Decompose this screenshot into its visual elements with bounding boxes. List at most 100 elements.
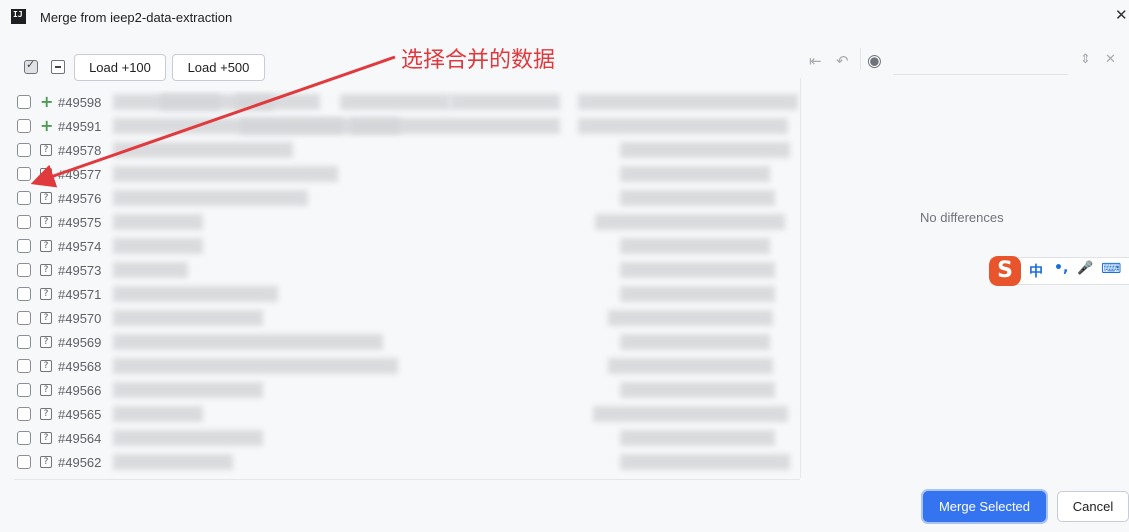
commit-row[interactable]: ? #49576 <box>0 186 800 210</box>
commit-row[interactable]: ? #49574 <box>0 234 800 258</box>
redacted-text <box>113 142 293 158</box>
load-100-button[interactable]: Load +100 <box>74 54 166 81</box>
redacted-text <box>608 310 773 326</box>
redacted-text <box>620 142 790 158</box>
redacted-text <box>113 430 263 446</box>
commit-checkbox[interactable] <box>17 407 31 421</box>
redacted-text <box>620 166 770 182</box>
commit-id: #49566 <box>58 383 102 398</box>
redacted-text <box>113 406 203 422</box>
commit-checkbox[interactable] <box>17 359 31 373</box>
commit-id: #49569 <box>58 335 102 350</box>
commit-row[interactable]: ? #49562 <box>0 450 800 474</box>
redacted-text <box>620 262 775 278</box>
ime-punctuation-toggle[interactable]: •, <box>1054 260 1068 276</box>
added-status-icon: + <box>40 116 54 135</box>
redacted-text <box>593 406 788 422</box>
redacted-text <box>113 286 278 302</box>
redacted-text <box>620 238 770 254</box>
ime-logo[interactable]: S <box>989 256 1021 286</box>
commit-row[interactable]: + #49591 <box>0 114 800 138</box>
collapse-all-icon[interactable]: ✕ <box>1105 52 1116 67</box>
commit-checkbox[interactable] <box>17 119 31 133</box>
commit-row[interactable]: ? #49578 <box>0 138 800 162</box>
close-icon[interactable]: ✕ <box>1115 8 1129 24</box>
title-bar: IJ Merge from ieep2-data-extraction ✕ <box>0 0 1129 34</box>
commit-id: #49575 <box>58 215 102 230</box>
commit-row[interactable]: + #49598 <box>0 90 800 114</box>
commit-checkbox[interactable] <box>17 263 31 277</box>
redacted-text <box>235 94 320 110</box>
unknown-status-icon: ? <box>40 144 52 156</box>
commit-checkbox[interactable] <box>17 455 31 469</box>
panel-divider[interactable] <box>800 78 801 478</box>
redacted-text <box>578 118 788 134</box>
mic-icon[interactable]: 🎤 <box>1077 261 1093 276</box>
commit-id: #49573 <box>58 263 102 278</box>
commit-checkbox[interactable] <box>17 431 31 445</box>
commit-checkbox[interactable] <box>17 335 31 349</box>
redacted-text <box>113 238 203 254</box>
expand-collapse-icon[interactable]: ⇕ <box>1080 52 1091 67</box>
unknown-status-icon: ? <box>40 288 52 300</box>
commit-row[interactable]: ? #49568 <box>0 354 800 378</box>
commit-checkbox[interactable] <box>17 287 31 301</box>
commit-checkbox[interactable] <box>17 239 31 253</box>
cancel-button[interactable]: Cancel <box>1057 491 1129 522</box>
commit-checkbox[interactable] <box>17 95 31 109</box>
commit-row[interactable]: ? #49573 <box>0 258 800 282</box>
collapse-icon[interactable] <box>51 60 65 74</box>
redacted-text <box>113 334 383 350</box>
commit-id: #49577 <box>58 167 102 182</box>
redacted-text <box>113 166 338 182</box>
ime-toolbar: S 中 •, 🎤 ⌨ <box>989 256 1129 286</box>
commit-row[interactable]: ? #49569 <box>0 330 800 354</box>
commit-checkbox[interactable] <box>17 143 31 157</box>
redacted-text <box>620 382 775 398</box>
commit-row[interactable]: ? #49566 <box>0 378 800 402</box>
commit-row[interactable]: ? #49577 <box>0 162 800 186</box>
keyboard-icon[interactable]: ⌨ <box>1101 261 1121 277</box>
commit-checkbox[interactable] <box>17 311 31 325</box>
added-status-icon: + <box>40 92 54 111</box>
unknown-status-icon: ? <box>40 264 52 276</box>
commit-id: #49568 <box>58 359 102 374</box>
unknown-status-icon: ? <box>40 456 52 468</box>
load-500-button[interactable]: Load +500 <box>172 54 265 81</box>
eye-icon[interactable]: ◉ <box>867 51 882 71</box>
compare-arrows-icon[interactable]: ⇤ <box>809 52 822 70</box>
commit-row[interactable]: ? #49565 <box>0 402 800 426</box>
app-icon: IJ <box>11 9 26 24</box>
redacted-text <box>450 94 560 110</box>
commit-checkbox[interactable] <box>17 167 31 181</box>
unknown-status-icon: ? <box>40 408 52 420</box>
commit-id: #49564 <box>58 431 102 446</box>
diff-search-field[interactable] <box>893 60 1068 75</box>
redacted-text <box>340 94 450 110</box>
commit-id: #49571 <box>58 287 102 302</box>
commit-row[interactable]: ? #49575 <box>0 210 800 234</box>
unknown-status-icon: ? <box>40 384 52 396</box>
commit-row[interactable]: ? #49571 <box>0 282 800 306</box>
unknown-status-icon: ? <box>40 216 52 228</box>
redacted-text <box>595 214 785 230</box>
ime-language-toggle[interactable]: 中 <box>1029 261 1043 281</box>
unknown-status-icon: ? <box>40 336 52 348</box>
undo-icon[interactable]: ↶ <box>836 52 849 70</box>
commit-checkbox[interactable] <box>17 191 31 205</box>
redacted-text <box>620 334 770 350</box>
commit-id: #49591 <box>58 119 102 134</box>
commit-row[interactable]: ? #49564 <box>0 426 800 450</box>
commit-checkbox[interactable] <box>17 215 31 229</box>
redacted-text <box>113 310 263 326</box>
redacted-text <box>113 454 233 470</box>
redacted-text <box>578 94 798 110</box>
toolbar-separator <box>860 48 861 70</box>
commit-row[interactable]: ? #49570 <box>0 306 800 330</box>
redacted-text <box>113 262 188 278</box>
redacted-text <box>620 454 790 470</box>
select-all-checkbox[interactable] <box>24 58 38 74</box>
no-differences-message: No differences <box>920 210 1004 225</box>
merge-selected-button[interactable]: Merge Selected <box>923 491 1046 522</box>
commit-checkbox[interactable] <box>17 383 31 397</box>
